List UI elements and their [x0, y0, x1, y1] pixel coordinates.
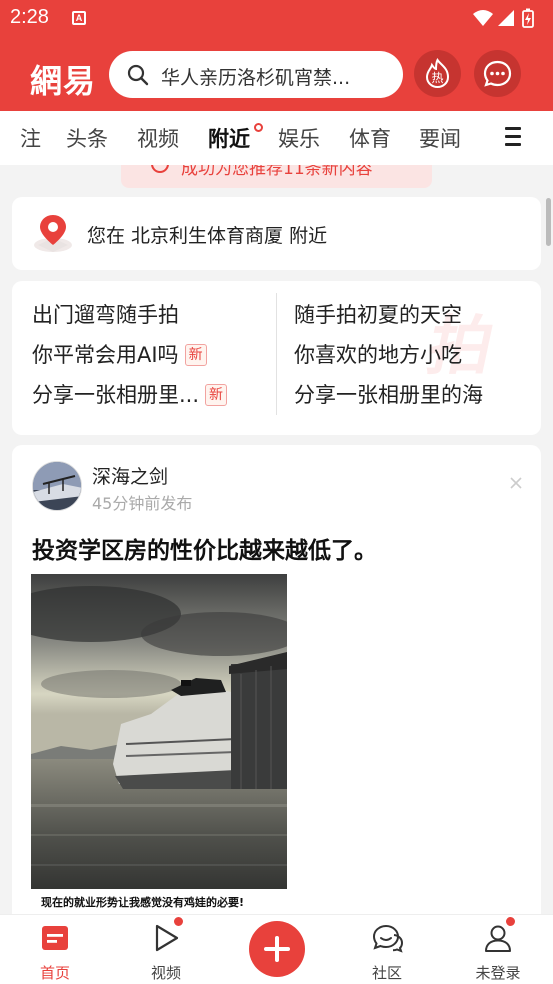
message-button[interactable] — [474, 50, 521, 97]
tab-video[interactable]: 视频 — [137, 123, 179, 153]
publish-plus-button[interactable] — [249, 921, 305, 977]
tab-headlines[interactable]: 头条 — [66, 123, 108, 153]
netease-logo[interactable]: 網易 — [30, 56, 96, 102]
status-bar: 2:28 A — [0, 0, 553, 36]
nav-community-label: 社区 — [371, 964, 402, 982]
search-bar[interactable]: 华人亲历洛杉矶宵禁... — [109, 51, 403, 98]
image-caption-bar: 现在的就业形势让我感觉没有鸡娃的必要! — [31, 889, 287, 915]
topics-card: 拍 出门遛弯随手拍 你平常会用AI吗新 分享一张相册里... 新 随手拍初夏的天空… — [12, 281, 541, 435]
nav-profile[interactable]: 未登录 — [453, 915, 543, 984]
post-image[interactable] — [31, 574, 287, 915]
nav-home[interactable]: 首页 — [10, 915, 100, 984]
author-name[interactable]: 深海之剑 — [92, 462, 168, 489]
topic-item[interactable]: 出门遛弯随手拍 — [32, 299, 179, 329]
new-badge: 新 — [184, 344, 207, 366]
video-notification-dot — [172, 915, 185, 928]
topics-divider — [276, 293, 277, 415]
location-text: 您在 北京利生体育商厦 附近 — [87, 225, 328, 247]
status-time: 2:28 — [10, 6, 49, 28]
hot-button[interactable]: 热 — [414, 50, 461, 97]
close-icon[interactable] — [508, 475, 524, 491]
post-card[interactable]: 深海之剑 45分钟前发布 投资学区房的性价比越来越低了。 现在的就业形势让我感觉… — [12, 445, 541, 915]
tab-news[interactable]: 要闻 — [419, 123, 461, 153]
search-placeholder: 华人亲历洛杉矶宵禁... — [161, 67, 351, 89]
tabs-fade — [478, 111, 506, 165]
image-caption: 现在的就业形势让我感觉没有鸡娃的必要! — [41, 896, 245, 909]
tab-nearby-dot — [254, 123, 263, 132]
nav-video-label: 视频 — [150, 964, 181, 982]
avatar[interactable] — [32, 461, 82, 511]
nav-home-label: 首页 — [39, 964, 70, 982]
app-header: 2:28 A 網易 华人亲历洛杉矶宵禁... 热 — [0, 0, 553, 111]
topic-item[interactable]: 分享一张相册里的海 — [294, 379, 483, 409]
avatar-image — [33, 462, 81, 510]
tab-nearby[interactable]: 附近 — [208, 123, 250, 153]
refresh-toast: 成功为您推荐11条新内容 — [121, 165, 432, 188]
toast-text: 成功为您推荐11条新内容 — [181, 165, 373, 179]
tab-entertainment[interactable]: 娱乐 — [278, 123, 320, 153]
nav-profile-label: 未登录 — [475, 964, 521, 982]
nav-video[interactable]: 视频 — [121, 915, 211, 984]
notification-a-icon: A — [72, 11, 86, 25]
hot-label: 热 — [431, 71, 443, 85]
menu-icon[interactable] — [505, 127, 521, 146]
community-chat-icon — [372, 924, 404, 953]
tab-sports[interactable]: 体育 — [349, 123, 391, 153]
chat-bubble-icon — [483, 60, 512, 87]
topic-item[interactable]: 随手拍初夏的天空 — [294, 299, 462, 329]
nav-community[interactable]: 社区 — [342, 915, 432, 984]
home-icon — [42, 926, 68, 950]
location-card[interactable]: 您在 北京利生体育商厦 附近 — [12, 197, 541, 270]
ship-photo — [31, 574, 287, 915]
post-title[interactable]: 投资学区房的性价比越来越低了。 — [32, 531, 377, 565]
search-icon — [127, 64, 149, 86]
check-icon — [151, 165, 169, 173]
flame-icon: 热 — [425, 58, 450, 89]
topic-item[interactable]: 分享一张相册里... 新 — [32, 379, 228, 409]
scrollbar[interactable] — [546, 198, 551, 246]
post-time: 45分钟前发布 — [92, 494, 193, 513]
topic-item[interactable]: 你喜欢的地方小吃 — [294, 339, 462, 369]
location-pin-icon — [34, 215, 72, 252]
new-badge: 新 — [205, 384, 228, 406]
topic-item[interactable]: 你平常会用AI吗新 — [32, 339, 207, 369]
system-status-icons — [473, 8, 534, 28]
bottom-nav: 首页 视频 社区 未登录 — [0, 914, 553, 984]
tab-partial[interactable]: 注 — [20, 123, 41, 153]
channel-tabs: 注 头条 视频 附近 娱乐 体育 要闻 — [0, 111, 553, 165]
profile-notification-dot — [504, 915, 517, 928]
